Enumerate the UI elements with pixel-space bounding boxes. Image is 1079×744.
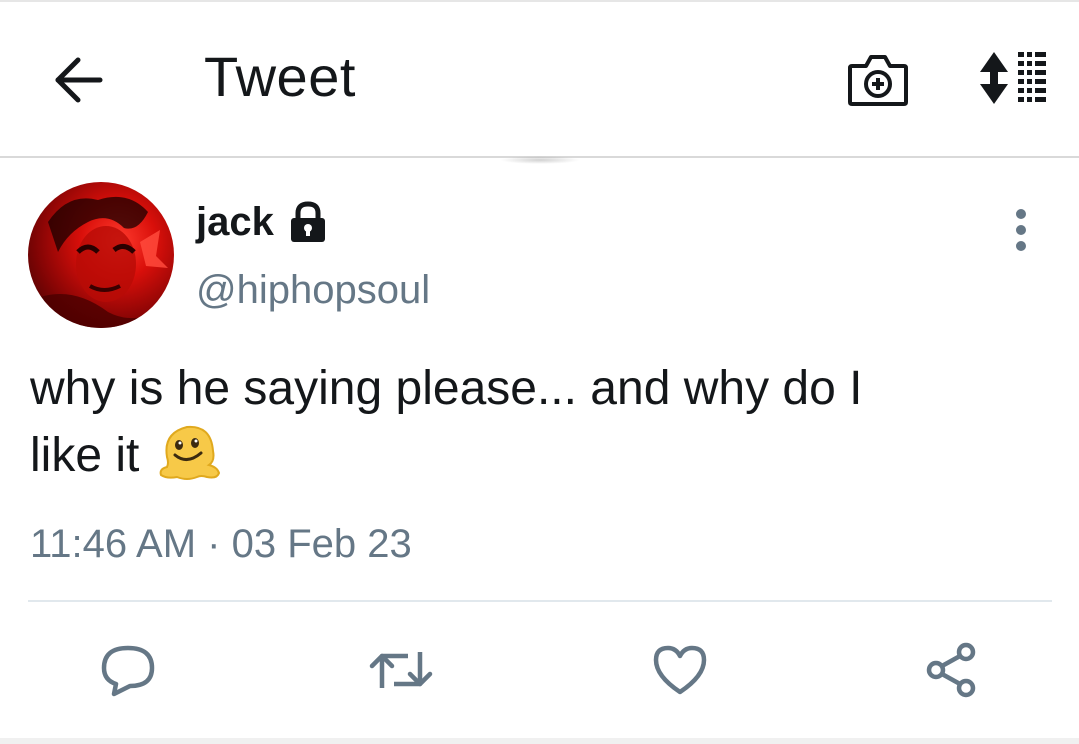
share-button[interactable] [922,642,982,698]
tweet-date: 03 Feb 23 [231,522,412,566]
timestamp-separator: · [207,522,221,566]
arrow-left-icon [55,57,103,103]
camera-plus-icon [848,55,908,106]
camera-button[interactable] [846,50,910,108]
retweet-button[interactable] [368,642,433,698]
sort-button[interactable] [976,48,1048,108]
share-icon [926,642,976,698]
heart-icon [653,645,707,695]
back-button[interactable] [50,54,106,106]
author-avatar[interactable] [28,182,174,328]
bottom-border [0,738,1079,744]
retweet-icon [369,652,433,688]
reply-icon [101,645,155,697]
more-options-button[interactable] [1004,208,1038,252]
reply-button[interactable] [98,642,158,698]
melting-face-icon [157,421,221,481]
author-handle[interactable]: @hiphopsoul [196,268,430,313]
tweet-text: why is he saying please... and why do I … [30,356,1040,488]
app-bar-shadow [500,156,580,164]
more-vertical-icon [1016,209,1026,251]
tweet-text-line-2: like it [30,429,140,482]
lock-icon [287,200,329,244]
author-display-name[interactable]: jack [196,200,274,245]
actions-divider [28,600,1052,602]
tweet-timestamp: 11:46 AM · 03 Feb 23 [30,522,412,567]
tweet-text-line-1: why is he saying please... and why do I [30,362,863,415]
top-app-bar [0,0,1079,158]
sort-list-icon [980,52,1046,104]
tweet-time: 11:46 AM [30,522,197,566]
avatar-photo [28,196,174,328]
page-title: Tweet [204,45,356,108]
like-button[interactable] [650,642,710,698]
